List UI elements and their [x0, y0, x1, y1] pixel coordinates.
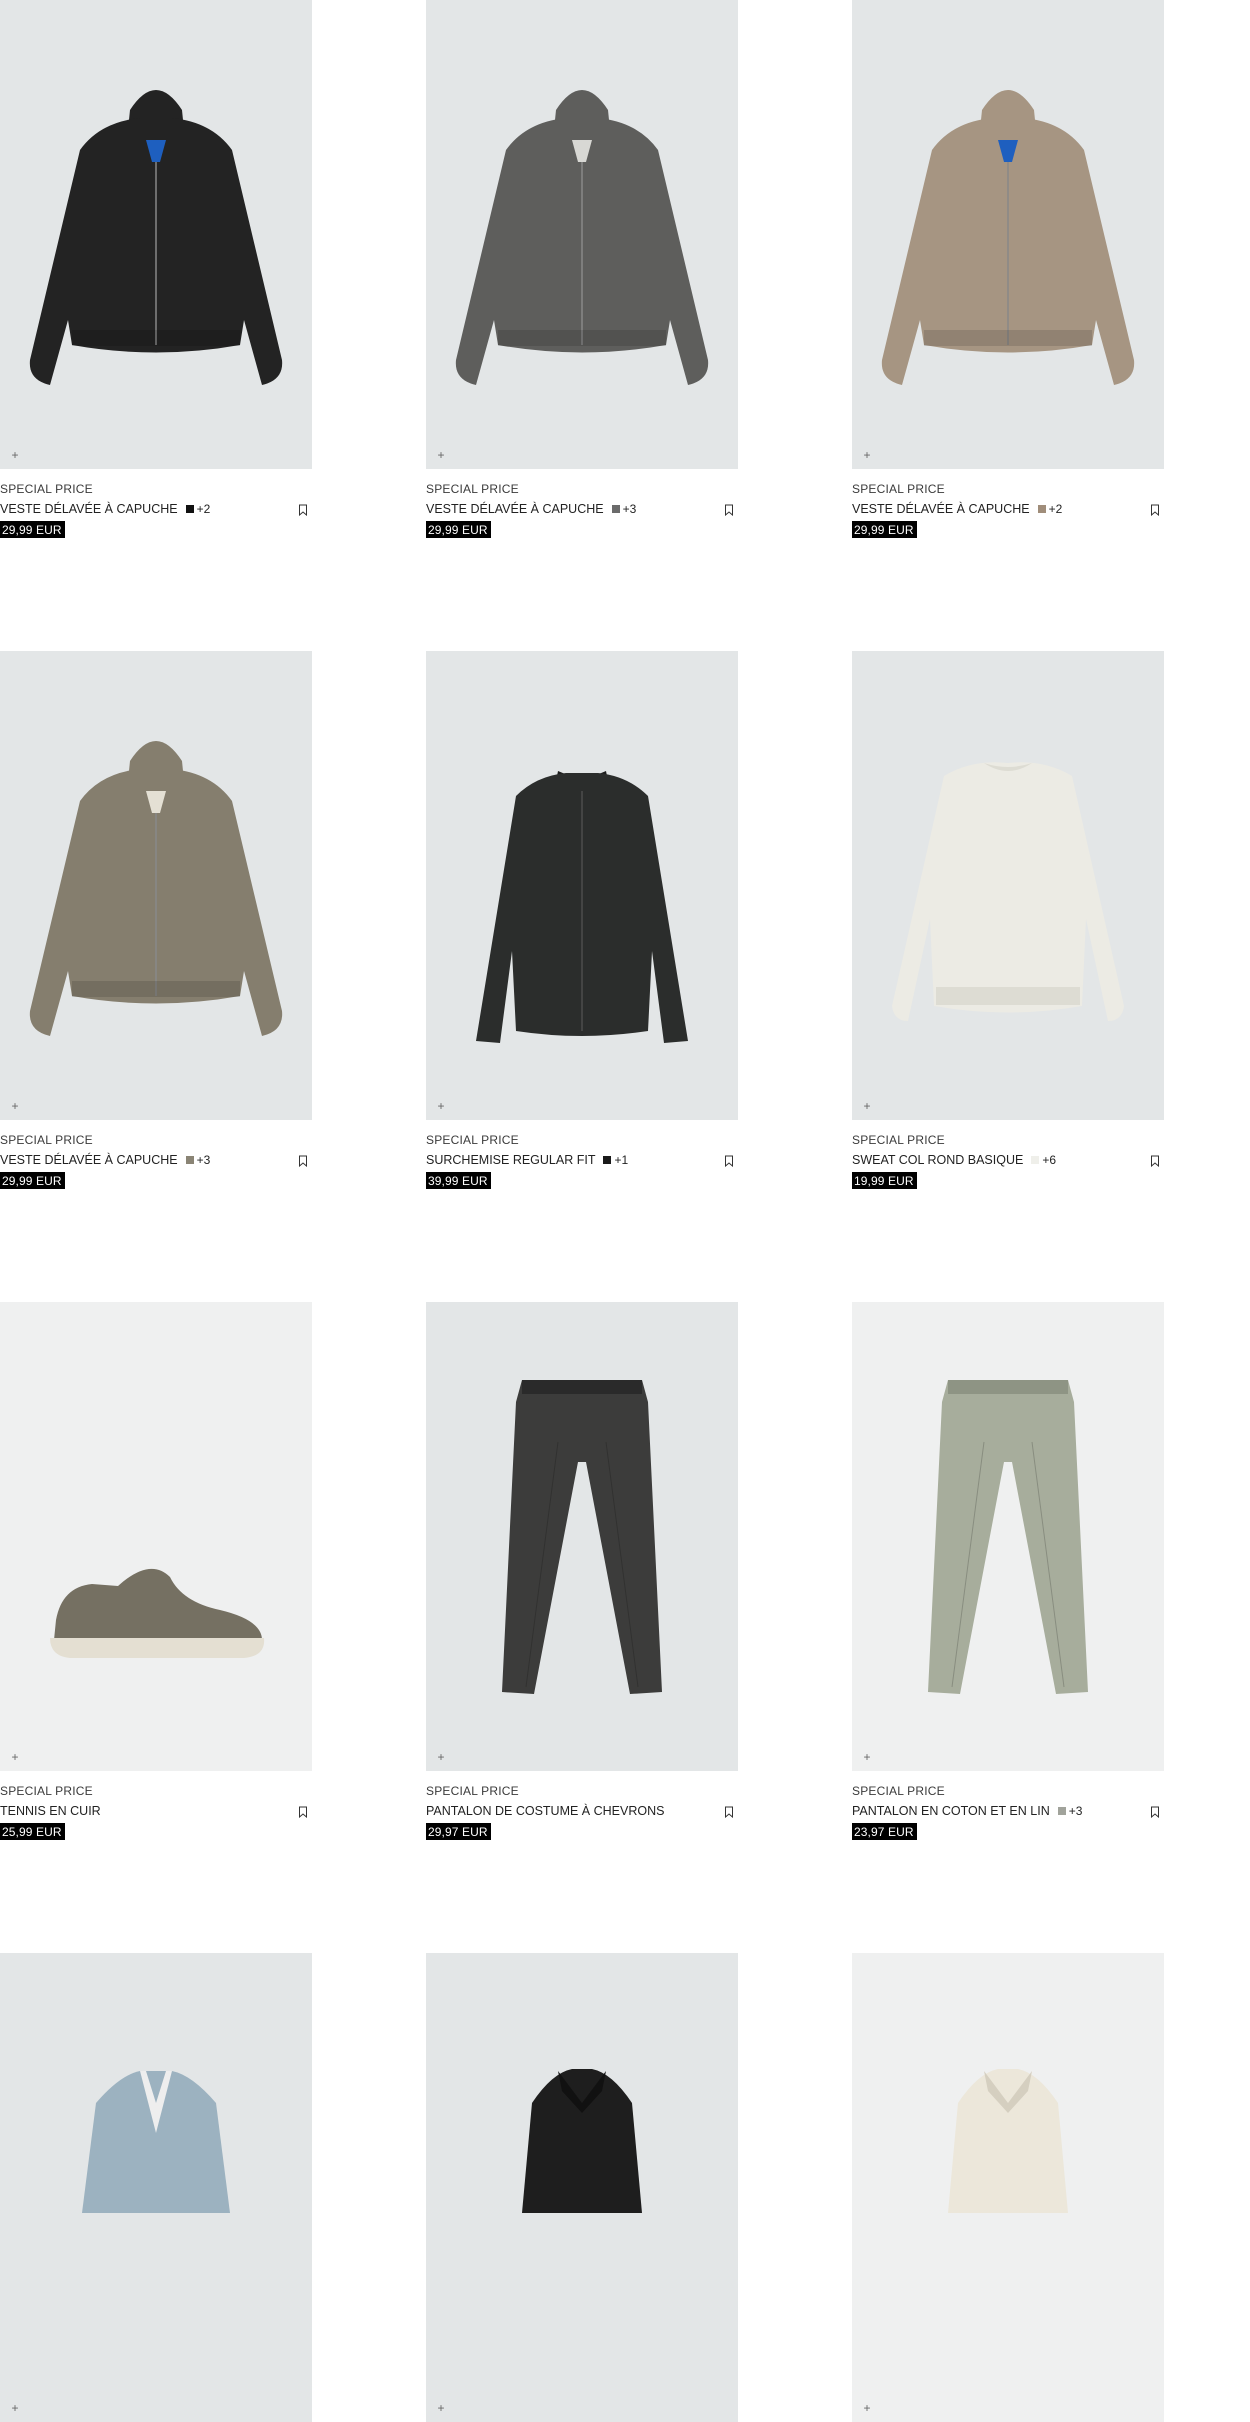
bookmark-icon[interactable]	[298, 504, 308, 517]
product-image[interactable]: +	[0, 651, 312, 1120]
plus-icon[interactable]: +	[861, 1751, 873, 1763]
product-image[interactable]: +	[426, 1302, 738, 1771]
product-name[interactable]: VESTE DÉLAVÉE À CAPUCHE	[426, 502, 604, 516]
product-image[interactable]: +	[852, 651, 1164, 1120]
bookmark-icon[interactable]	[1150, 1155, 1160, 1168]
product-info-row: PANTALON EN COTON ET EN LIN +3	[852, 1804, 1164, 1819]
product-image[interactable]: +	[426, 1953, 738, 2422]
product-card[interactable]: +	[0, 1953, 312, 2422]
plus-icon[interactable]: +	[435, 449, 447, 461]
more-colors-count[interactable]: +2	[197, 502, 211, 516]
plus-icon[interactable]: +	[435, 2402, 447, 2414]
product-image[interactable]: +	[0, 1302, 312, 1771]
color-swatch[interactable]	[1057, 1807, 1066, 1815]
product-info-row: SWEAT COL ROND BASIQUE +6	[852, 1153, 1164, 1168]
plus-icon[interactable]: +	[9, 1100, 21, 1112]
product-image[interactable]: +	[0, 1953, 312, 2422]
special-price-tag: SPECIAL PRICE	[0, 1784, 93, 1798]
product-price: 29,99 EUR	[0, 521, 65, 538]
plus-icon[interactable]: +	[861, 2402, 873, 2414]
special-price-tag: SPECIAL PRICE	[0, 1133, 93, 1147]
plus-icon[interactable]: +	[861, 1100, 873, 1112]
product-info-row: TENNIS EN CUIR	[0, 1804, 312, 1819]
product-name[interactable]: TENNIS EN CUIR	[0, 1804, 101, 1818]
product-price: 29,97 EUR	[426, 1823, 491, 1840]
special-price-tag: SPECIAL PRICE	[426, 482, 519, 496]
product-price: 29,99 EUR	[0, 1172, 65, 1189]
product-image[interactable]: +	[0, 0, 312, 469]
product-info-row: VESTE DÉLAVÉE À CAPUCHE +3	[0, 1153, 312, 1168]
product-info-row: SURCHEMISE REGULAR FIT +1	[426, 1153, 738, 1168]
bookmark-icon[interactable]	[724, 1806, 734, 1819]
product-info-row: VESTE DÉLAVÉE À CAPUCHE +2	[852, 502, 1164, 517]
product-card[interactable]: + SPECIAL PRICE VESTE DÉLAVÉE À CAPUCHE +2 2…	[852, 0, 1164, 539]
bookmark-icon[interactable]	[298, 1155, 308, 1168]
product-name[interactable]: SURCHEMISE REGULAR FIT	[426, 1153, 595, 1167]
product-info-row: VESTE DÉLAVÉE À CAPUCHE +3	[426, 502, 738, 517]
special-price-tag: SPECIAL PRICE	[852, 1133, 945, 1147]
plus-icon[interactable]: +	[435, 1100, 447, 1112]
plus-icon[interactable]: +	[9, 2402, 21, 2414]
product-price: 29,99 EUR	[852, 521, 917, 538]
product-name[interactable]: SWEAT COL ROND BASIQUE	[852, 1153, 1023, 1167]
product-name[interactable]: PANTALON DE COSTUME À CHEVRONS	[426, 1804, 664, 1818]
plus-icon[interactable]: +	[9, 449, 21, 461]
color-swatch[interactable]	[603, 1156, 612, 1164]
product-name[interactable]: VESTE DÉLAVÉE À CAPUCHE	[0, 502, 178, 516]
product-price: 19,99 EUR	[852, 1172, 917, 1189]
special-price-tag: SPECIAL PRICE	[852, 1784, 945, 1798]
product-info-row: PANTALON DE COSTUME À CHEVRONS	[426, 1804, 738, 1819]
product-image[interactable]: +	[426, 651, 738, 1120]
more-colors-count[interactable]: +3	[1069, 1804, 1083, 1818]
more-colors-count[interactable]: +1	[614, 1153, 628, 1167]
more-colors-count[interactable]: +3	[197, 1153, 211, 1167]
product-card[interactable]: + SPECIAL PRICE TENNIS EN CUIR 25,99 EUR	[0, 1302, 312, 1841]
plus-icon[interactable]: +	[9, 1751, 21, 1763]
product-image[interactable]: +	[852, 1302, 1164, 1771]
more-colors-count[interactable]: +3	[623, 502, 637, 516]
product-price: 29,99 EUR	[426, 521, 491, 538]
product-price: 23,97 EUR	[852, 1823, 917, 1840]
product-card[interactable]: +	[426, 1953, 738, 2422]
bookmark-icon[interactable]	[298, 1806, 308, 1819]
product-card[interactable]: + SPECIAL PRICE PANTALON EN COTON ET EN LI…	[852, 1302, 1164, 1841]
color-swatch[interactable]	[1037, 505, 1046, 513]
special-price-tag: SPECIAL PRICE	[426, 1784, 519, 1798]
product-card[interactable]: + SPECIAL PRICE SWEAT COL ROND BASIQUE +6 19…	[852, 651, 1164, 1190]
product-info-row: VESTE DÉLAVÉE À CAPUCHE +2	[0, 502, 312, 517]
more-colors-count[interactable]: +2	[1049, 502, 1063, 516]
product-card[interactable]: + SPECIAL PRICE VESTE DÉLAVÉE À CAPUCHE +3 2…	[426, 0, 738, 539]
special-price-tag: SPECIAL PRICE	[852, 482, 945, 496]
product-card[interactable]: + SPECIAL PRICE SURCHEMISE REGULAR FIT +1 39…	[426, 651, 738, 1190]
product-name[interactable]: PANTALON EN COTON ET EN LIN	[852, 1804, 1050, 1818]
product-name[interactable]: VESTE DÉLAVÉE À CAPUCHE	[852, 502, 1030, 516]
plus-icon[interactable]: +	[861, 449, 873, 461]
bookmark-icon[interactable]	[1150, 504, 1160, 517]
color-swatch[interactable]	[185, 505, 194, 513]
product-image[interactable]: +	[852, 1953, 1164, 2422]
plus-icon[interactable]: +	[435, 1751, 447, 1763]
product-name[interactable]: VESTE DÉLAVÉE À CAPUCHE	[0, 1153, 178, 1167]
more-colors-count[interactable]: +6	[1042, 1153, 1056, 1167]
product-card[interactable]: + SPECIAL PRICE VESTE DÉLAVÉE À CAPUCHE +2 2…	[0, 0, 312, 539]
product-image[interactable]: +	[426, 0, 738, 469]
color-swatch[interactable]	[185, 1156, 194, 1164]
product-price: 39,99 EUR	[426, 1172, 491, 1189]
bookmark-icon[interactable]	[1150, 1806, 1160, 1819]
color-swatch[interactable]	[1031, 1156, 1040, 1164]
bookmark-icon[interactable]	[724, 504, 734, 517]
product-card[interactable]: + SPECIAL PRICE VESTE DÉLAVÉE À CAPUCHE +3 2…	[0, 651, 312, 1190]
product-price: 25,99 EUR	[0, 1823, 65, 1840]
product-card[interactable]: + SPECIAL PRICE PANTALON DE COSTUME À CHEV…	[426, 1302, 738, 1841]
product-card[interactable]: +	[852, 1953, 1164, 2422]
product-image[interactable]: +	[852, 0, 1164, 469]
special-price-tag: SPECIAL PRICE	[0, 482, 93, 496]
color-swatch[interactable]	[611, 505, 620, 513]
bookmark-icon[interactable]	[724, 1155, 734, 1168]
special-price-tag: SPECIAL PRICE	[426, 1133, 519, 1147]
